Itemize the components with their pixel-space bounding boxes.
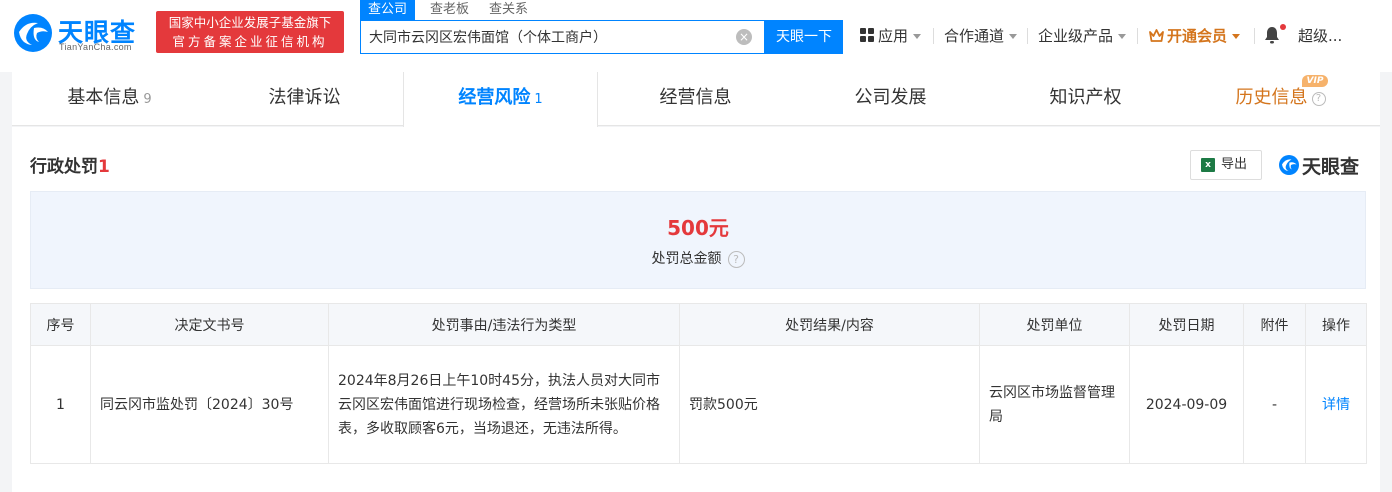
cell-result: 罚款500元 [679, 345, 980, 464]
nav-app[interactable]: 应用 [860, 24, 922, 48]
export-button[interactable]: x 导出 [1190, 150, 1262, 180]
clear-icon[interactable]: × [736, 29, 752, 45]
tab-basic-info[interactable]: 基本信息 9 [12, 72, 207, 125]
section-title: 行政处罚1 [30, 152, 110, 177]
tab-count: 1 [534, 92, 543, 107]
nav-divider [1027, 28, 1028, 44]
nav-user[interactable]: 超级... [1298, 24, 1342, 48]
cell-attachment: - [1243, 345, 1306, 464]
column-header-date: 处罚日期 [1129, 303, 1244, 346]
nav-enterprise-label: 企业级产品 [1038, 27, 1114, 45]
total-penalty-label: 处罚总金额? [31, 248, 1365, 268]
logo-subtitle: TianYanCha.com [59, 42, 132, 52]
tab-label: 经营信息 [659, 87, 732, 108]
grid-icon [860, 28, 874, 42]
column-header-unit: 处罚单位 [979, 303, 1130, 346]
excel-icon: x [1201, 158, 1215, 172]
tianyancha-logo-icon [1279, 155, 1299, 175]
column-header-reason: 处罚事由/违法行为类型 [328, 303, 680, 346]
tab-business-info[interactable]: 经营信息 [598, 72, 793, 125]
nav-divider [933, 28, 934, 44]
table-header-row: 序号 决定文书号 处罚事由/违法行为类型 处罚结果/内容 处罚单位 处罚日期 附… [30, 303, 1367, 346]
brand-text: 天眼查 [1302, 156, 1360, 178]
column-header-action: 操作 [1305, 303, 1367, 346]
search-tab-relation[interactable]: 查关系 [481, 0, 536, 20]
detail-link[interactable]: 详情 [1322, 397, 1350, 413]
penalty-summary: 500元 处罚总金额? [30, 191, 1366, 289]
site-logo[interactable]: 天眼查 TianYanCha.com [12, 12, 152, 52]
tab-label: 法律诉讼 [268, 87, 341, 108]
tab-ip[interactable]: 知识产权 [988, 72, 1183, 125]
column-header-index: 序号 [30, 303, 91, 346]
slogan-line-1: 国家中小企业发展子基金旗下 [168, 15, 332, 30]
search-box: × [360, 20, 765, 54]
chevron-down-icon [1232, 34, 1241, 39]
nav-app-label: 应用 [878, 27, 909, 45]
search-input[interactable] [361, 21, 731, 53]
column-header-result: 处罚结果/内容 [679, 303, 980, 346]
cell-index: 1 [30, 345, 91, 464]
cell-date: 2024-09-09 [1129, 345, 1244, 464]
tab-company-development[interactable]: 公司发展 [793, 72, 988, 125]
cell-unit: 云冈区市场监督管理局 [979, 345, 1130, 464]
slogan-banner: 国家中小企业发展子基金旗下 官方备案企业征信机构 [156, 11, 344, 53]
tab-count: 9 [143, 92, 152, 107]
notification-dot [1280, 24, 1286, 30]
chevron-down-icon [1009, 34, 1018, 39]
chevron-down-icon [1118, 34, 1127, 39]
search-button[interactable]: 天眼一下 [765, 20, 843, 54]
nav-channel[interactable]: 合作通道 [944, 24, 1018, 48]
tab-business-risk[interactable]: 经营风险 1 [403, 72, 598, 127]
search-tab-company[interactable]: 查公司 [360, 0, 416, 20]
section-title-text: 行政处罚 [30, 157, 98, 177]
tab-label: 经营风险 [458, 87, 531, 108]
section-count: 1 [98, 157, 110, 177]
tianyancha-logo-icon [14, 14, 52, 52]
top-bar: 天眼查 TianYanCha.com 国家中小企业发展子基金旗下 官方备案企业征… [0, 0, 1392, 72]
nav-enterprise[interactable]: 企业级产品 [1038, 24, 1127, 48]
total-penalty-label-text: 处罚总金额 [651, 251, 722, 267]
brand-watermark: 天眼查 [1278, 151, 1378, 179]
cell-action: 详情 [1305, 345, 1367, 464]
column-header-attachment: 附件 [1243, 303, 1306, 346]
tab-label: 知识产权 [1049, 87, 1122, 108]
search-tab-boss[interactable]: 查老板 [422, 0, 477, 20]
penalty-table: 序号 决定文书号 处罚事由/违法行为类型 处罚结果/内容 处罚单位 处罚日期 附… [30, 303, 1367, 464]
table-row: 1 同云冈市监处罚〔2024〕30号 2024年8月26日上午10时45分，执法… [30, 345, 1367, 464]
total-penalty-amount: 500元 [667, 216, 729, 240]
nav-divider [1254, 28, 1255, 44]
admin-penalty-card: 行政处罚1 x 导出 天眼查 500元 处罚总金额? 序号 决定文书号 处罚事由… [12, 127, 1380, 492]
bell-icon[interactable] [1264, 26, 1280, 44]
column-header-doc-no: 决定文书号 [90, 303, 329, 346]
nav-vip-label: 开通会员 [1167, 27, 1228, 45]
section-tabs: 基本信息 9 法律诉讼 经营风险 1 经营信息 公司发展 知识产权 历史信息? [12, 72, 1380, 127]
crown-icon [1149, 29, 1164, 42]
tab-label: 公司发展 [854, 87, 927, 108]
vip-badge: VIP [1302, 75, 1328, 87]
chevron-down-icon [913, 34, 922, 39]
help-icon: ? [1311, 92, 1326, 106]
nav-divider [1137, 28, 1138, 44]
tab-label: 历史信息 [1235, 87, 1308, 108]
slogan-line-2: 官方备案企业征信机构 [172, 34, 328, 49]
cell-doc-no: 同云冈市监处罚〔2024〕30号 [90, 345, 329, 464]
tab-label: 基本信息 [67, 87, 140, 108]
export-label: 导出 [1221, 157, 1248, 172]
tab-history[interactable]: 历史信息? [1183, 72, 1378, 125]
cell-reason: 2024年8月26日上午10时45分，执法人员对大同市云冈区宏伟面馆进行现场检查… [328, 345, 680, 464]
nav-vip[interactable]: 开通会员 [1149, 24, 1241, 48]
nav-channel-label: 合作通道 [944, 27, 1005, 45]
tab-legal[interactable]: 法律诉讼 [207, 72, 402, 125]
help-icon[interactable]: ? [727, 251, 745, 268]
